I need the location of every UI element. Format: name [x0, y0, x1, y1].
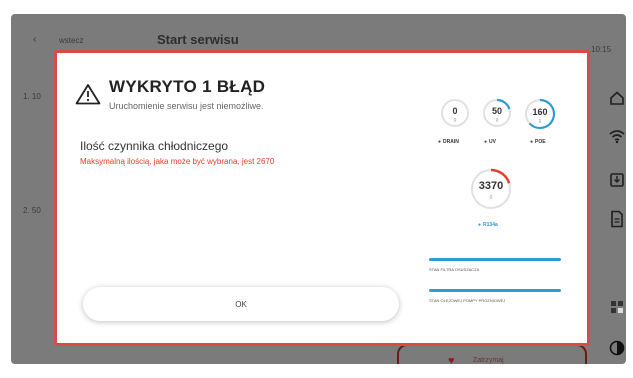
gauge-unit: g: [495, 117, 499, 123]
warning-icon: [75, 83, 101, 110]
uv-caption: ● UV: [484, 139, 496, 145]
contrast-icon[interactable]: [603, 340, 626, 356]
filter-status-bar: [429, 258, 561, 261]
ok-button[interactable]: OK: [83, 287, 399, 321]
gauge-value: 0: [452, 106, 458, 116]
breadcrumb[interactable]: wstecz: [59, 36, 83, 45]
heart-icon: ♥: [448, 355, 455, 364]
clock: 10:15: [591, 45, 612, 54]
background-stop-label: Zatrzymaj: [473, 357, 504, 364]
filter-status-fill: [429, 258, 561, 261]
document-icon[interactable]: [603, 210, 626, 228]
r134a-gauge: 3370 g: [470, 168, 512, 212]
poe-gauge: 160 g: [524, 98, 556, 134]
gauge-value: 3370: [478, 180, 504, 192]
pump-status-bar: [429, 289, 561, 292]
gauge-unit: g: [489, 194, 493, 200]
background-row: 1. 10: [23, 92, 41, 101]
validation-error: Maksymalną ilością, jaka może być wybran…: [80, 157, 275, 166]
refrigerant-amount-label: Ilość czynnika chłodniczego: [80, 139, 229, 153]
filter-status-label: STAN FILTRA OSUSZACZA: [429, 267, 480, 272]
download-icon[interactable]: [603, 172, 626, 188]
grid-icon[interactable]: [603, 300, 626, 314]
gauge-value: 160: [532, 107, 548, 117]
pump-status-label: STAN OLEJOWEJ POMPY PRÓŻNIOWEJ: [429, 298, 506, 303]
gauge-value: 50: [491, 106, 502, 116]
background-header: [11, 14, 626, 54]
pump-status-fill: [429, 289, 561, 292]
background-title: Start serwisu: [157, 32, 239, 47]
dialog-subtitle: Uruchomienie serwisu jest niemożliwe.: [109, 101, 264, 111]
drain-gauge: 0 g: [440, 98, 470, 134]
background-row: 2. 50: [23, 206, 41, 215]
gauge-unit: g: [453, 117, 457, 123]
dialog-title: WYKRYTO 1 BŁĄD: [109, 77, 266, 96]
r134a-caption: ● R134a: [478, 222, 498, 228]
wifi-icon[interactable]: [603, 128, 626, 144]
back-icon[interactable]: ‹: [33, 34, 36, 45]
error-dialog: WYKRYTO 1 BŁĄD Uruchomienie serwisu jest…: [54, 50, 590, 346]
poe-caption: ● POE: [530, 139, 546, 145]
home-icon[interactable]: [603, 90, 626, 106]
gauge-unit: g: [538, 118, 542, 124]
uv-gauge: 50 g: [482, 98, 512, 134]
drain-caption: ● DRAIN: [438, 139, 459, 145]
